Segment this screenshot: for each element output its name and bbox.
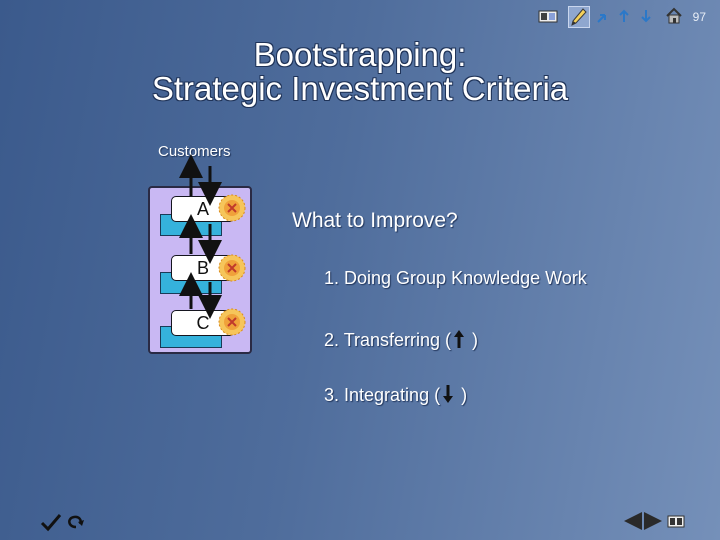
- burst-icon: [218, 194, 246, 222]
- slide-sorter-icon[interactable]: [538, 6, 558, 26]
- down-icon[interactable]: [636, 6, 656, 26]
- slide-title: Bootstrapping: Strategic Investment Crit…: [0, 38, 720, 106]
- list-item: 3. Integrating ( ): [324, 384, 467, 406]
- burst-icon: [218, 308, 246, 336]
- list-item-text: ): [456, 385, 468, 405]
- checkmark-icon[interactable]: [40, 514, 62, 532]
- list-item-text: ): [467, 330, 479, 350]
- up-arrow-icon: [454, 330, 465, 348]
- customers-label: Customers: [158, 143, 231, 160]
- burst-icon: [218, 254, 246, 282]
- list-item: 2. Transferring ( ): [324, 329, 478, 351]
- next-slide-icon[interactable]: [644, 512, 662, 530]
- bottom-left-controls: [40, 512, 90, 532]
- pen-icon[interactable]: [568, 6, 590, 28]
- return-icon[interactable]: [68, 515, 84, 529]
- previous-slide-icon[interactable]: [624, 512, 642, 530]
- slide: 97 Bootstrapping: Strategic Investment C…: [0, 0, 720, 540]
- down-arrow-icon: [443, 385, 454, 403]
- title-line-2: Strategic Investment Criteria: [151, 70, 569, 107]
- list-item: 1. Doing Group Knowledge Work: [324, 268, 587, 288]
- home-icon[interactable]: [664, 6, 684, 26]
- undo-icon[interactable]: [592, 6, 612, 26]
- title-line-1: Bootstrapping:: [253, 36, 467, 73]
- page-number: 97: [692, 10, 706, 24]
- list-item-text: 3. Integrating (: [324, 385, 441, 405]
- list-item-text: 2. Transferring (: [324, 330, 452, 350]
- toolbar: [538, 6, 688, 28]
- end-show-icon[interactable]: [667, 515, 685, 528]
- content-heading: What to Improve?: [292, 209, 458, 232]
- redo-icon[interactable]: [614, 6, 634, 26]
- slide-navigation: [622, 510, 688, 532]
